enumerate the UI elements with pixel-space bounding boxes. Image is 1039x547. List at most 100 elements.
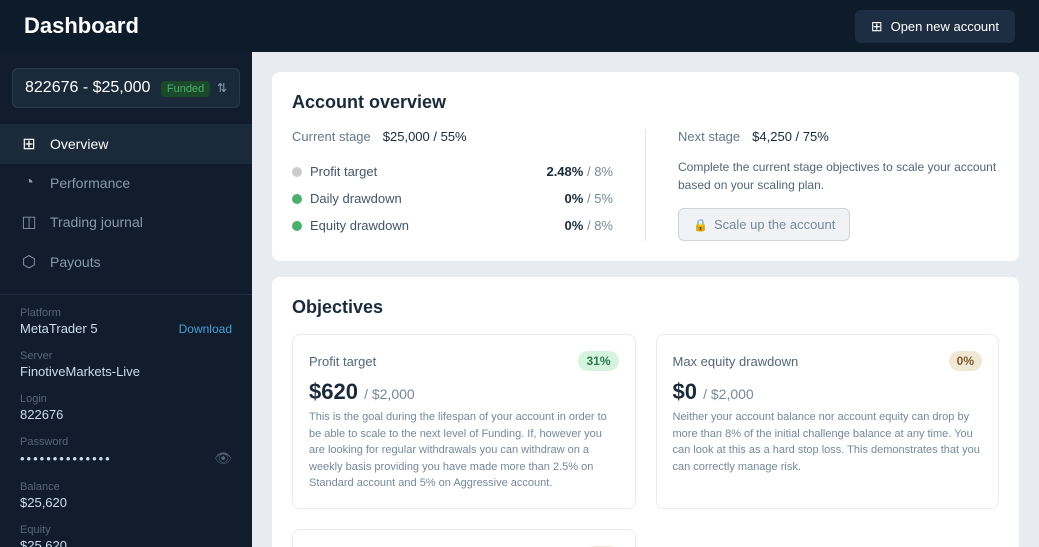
equity-value: $25,620 [20, 538, 232, 547]
stage-header: Current stage $25,000 / 55% [292, 129, 613, 144]
open-account-button[interactable]: ⊞ Open new account [855, 10, 1015, 43]
current-stage-label: Current stage [292, 129, 371, 144]
obj-title: Max equity drawdown [673, 354, 799, 369]
password-value: •••••••••••••• 👁 [20, 450, 232, 467]
server-group: Server FinotiveMarkets-Live [20, 350, 232, 379]
sidebar-item-payouts[interactable]: ⬡ Payouts [0, 242, 252, 282]
page-title: Dashboard [24, 13, 139, 39]
metric-dot-gray [292, 167, 302, 177]
objective-profit-target: Profit target 31% $620 / $2,000 This is … [292, 334, 636, 509]
account-selector-text: 822676 - $25,000 Funded [25, 79, 210, 97]
password-label: Password [20, 436, 232, 448]
metric-values: 2.48% / 8% [546, 164, 613, 179]
next-stage-desc: Complete the current stage objectives to… [678, 158, 999, 194]
metric-name: Profit target [310, 164, 377, 179]
metric-equity-drawdown: Equity drawdown 0% / 8% [292, 212, 613, 239]
progress-badge: 31% [578, 351, 618, 371]
scale-up-button[interactable]: 🔒 Scale up the account [678, 208, 850, 241]
metric-name: Equity drawdown [310, 218, 409, 233]
current-stage-section: Current stage $25,000 / 55% Profit targe… [292, 129, 646, 241]
current-stage-value: $25,000 / 55% [383, 129, 467, 144]
obj-title: Profit target [309, 354, 376, 369]
metric-limit: 8% [594, 218, 613, 233]
metric-profit-target: Profit target 2.48% / 8% [292, 158, 613, 185]
objective-header: Profit target 31% [309, 351, 619, 371]
metric-name: Daily drawdown [310, 191, 402, 206]
objective-header: Max equity drawdown 0% [673, 351, 983, 371]
lock-icon: 🔒 [693, 218, 708, 232]
metric-value-main: 2.48% [546, 164, 583, 179]
login-label: Login [20, 393, 232, 405]
progress-badge: 0% [949, 351, 982, 371]
objectives-title: Objectives [292, 297, 999, 318]
metric-label-group: Profit target [292, 164, 377, 179]
grid-icon: ⊞ [871, 18, 883, 35]
platform-group: Platform MetaTrader 5 Download [20, 307, 232, 336]
objective-max-equity-drawdown: Max equity drawdown 0% $0 / $2,000 Neith… [656, 334, 1000, 509]
obj-amount: $0 / $2,000 [673, 379, 983, 405]
funded-badge: Funded [161, 81, 210, 97]
main-layout: 822676 - $25,000 Funded ⇅ ⊞ Overview ◔ P… [0, 52, 1039, 547]
header: Dashboard ⊞ Open new account [0, 0, 1039, 52]
login-group: Login 822676 [20, 393, 232, 422]
journal-icon: ◫ [20, 212, 38, 232]
sidebar-divider [0, 294, 252, 295]
balance-value: $25,620 [20, 495, 232, 510]
sidebar-item-label: Performance [50, 175, 130, 191]
metric-daily-drawdown: Daily drawdown 0% / 5% [292, 185, 613, 212]
obj-desc: This is the goal during the lifespan of … [309, 409, 619, 492]
next-stage-value: $4,250 / 75% [752, 129, 829, 144]
chevron-up-down-icon: ⇅ [217, 81, 227, 95]
sidebar-nav: ⊞ Overview ◔ Performance ◫ Trading journ… [0, 124, 252, 282]
metric-dot-green [292, 221, 302, 231]
metric-values: 0% / 5% [565, 191, 613, 206]
objectives-card: Objectives Profit target 31% $620 / $2,0… [272, 277, 1019, 547]
server-label: Server [20, 350, 232, 362]
login-value: 822676 [20, 407, 232, 422]
platform-value: MetaTrader 5 Download [20, 321, 232, 336]
password-dots: •••••••••••••• [20, 451, 112, 466]
overview-sections: Current stage $25,000 / 55% Profit targe… [292, 129, 999, 241]
sidebar-item-trading-journal[interactable]: ◫ Trading journal [0, 202, 252, 242]
balance-group: Balance $25,620 [20, 481, 232, 510]
next-stage-section: Next stage $4,250 / 75% Complete the cur… [646, 129, 999, 241]
obj-sub-amount: / $2,000 [364, 386, 415, 402]
obj-amount: $620 / $2,000 [309, 379, 619, 405]
sidebar-item-performance[interactable]: ◔ Performance [0, 164, 252, 202]
sidebar-info: Platform MetaTrader 5 Download Server Fi… [0, 307, 252, 547]
metric-label-group: Daily drawdown [292, 191, 402, 206]
next-stage-label: Next stage [678, 129, 740, 144]
metric-value-main: 0% [565, 218, 584, 233]
sidebar-item-label: Trading journal [50, 214, 143, 230]
metric-label-group: Equity drawdown [292, 218, 409, 233]
content-area: Account overview Current stage $25,000 /… [252, 52, 1039, 547]
account-selector[interactable]: 822676 - $25,000 Funded ⇅ [12, 68, 240, 108]
password-group: Password •••••••••••••• 👁 [20, 436, 232, 467]
metric-limit: 8% [594, 164, 613, 179]
account-overview-card: Account overview Current stage $25,000 /… [272, 72, 1019, 261]
open-account-label: Open new account [891, 19, 999, 34]
eye-icon[interactable]: 👁 [214, 450, 232, 467]
equity-label: Equity [20, 524, 232, 536]
payouts-icon: ⬡ [20, 252, 38, 272]
account-overview-title: Account overview [292, 92, 999, 113]
sidebar-item-label: Overview [50, 136, 108, 152]
objectives-grid: Profit target 31% $620 / $2,000 This is … [292, 334, 999, 547]
equity-group: Equity $25,620 [20, 524, 232, 547]
platform-label: Platform [20, 307, 232, 319]
scale-btn-label: Scale up the account [714, 217, 835, 232]
server-value: FinotiveMarkets-Live [20, 364, 232, 379]
metric-dot-green [292, 194, 302, 204]
sidebar-item-label: Payouts [50, 254, 101, 270]
obj-desc: Neither your account balance nor account… [673, 409, 983, 475]
obj-sub-amount: / $2,000 [703, 386, 754, 402]
performance-icon: ◔ [20, 174, 38, 192]
download-link[interactable]: Download [179, 322, 232, 336]
metric-value-main: 0% [565, 191, 584, 206]
objective-daily-drawdown: Daily drawdown 0% $0 / $1,250 In one tra… [292, 529, 636, 547]
balance-label: Balance [20, 481, 232, 493]
overview-icon: ⊞ [20, 134, 38, 154]
sidebar: 822676 - $25,000 Funded ⇅ ⊞ Overview ◔ P… [0, 52, 252, 547]
metric-limit: 5% [594, 191, 613, 206]
sidebar-item-overview[interactable]: ⊞ Overview [0, 124, 252, 164]
